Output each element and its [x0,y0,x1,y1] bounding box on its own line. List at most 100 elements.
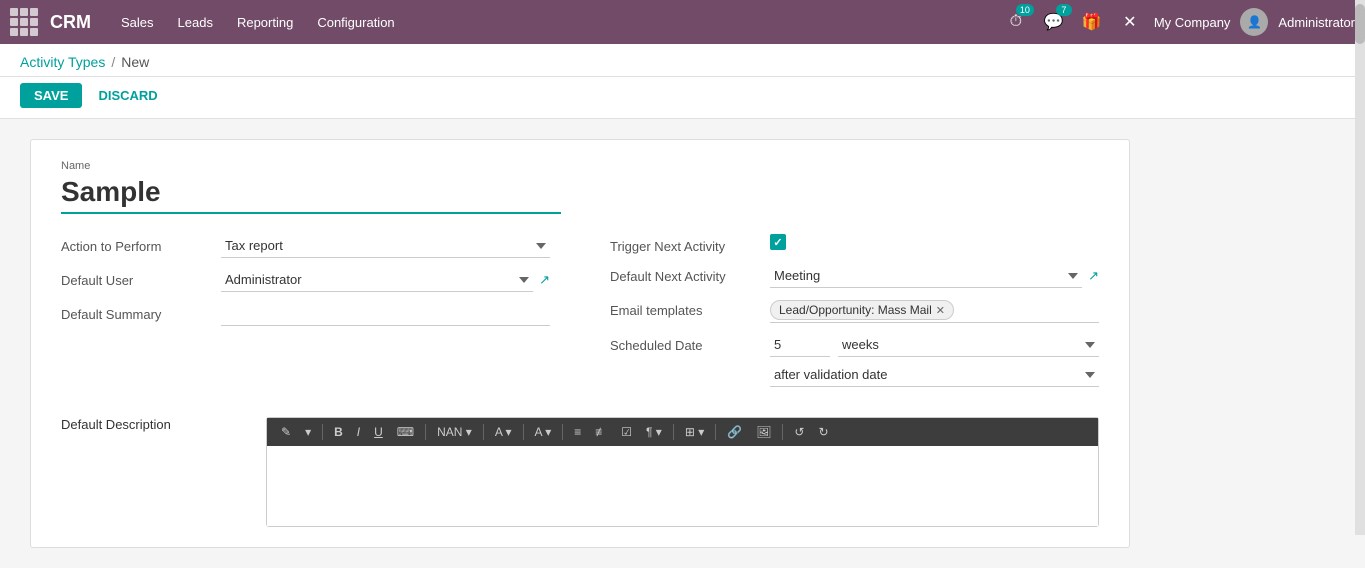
top-menu: Sales Leads Reporting Configuration [111,11,996,34]
menu-sales[interactable]: Sales [111,11,164,34]
menu-configuration[interactable]: Configuration [307,11,404,34]
default-user-field: Administrator ↗ [221,268,550,292]
trigger-field [770,234,1099,250]
default-summary-field [221,302,550,326]
email-templates-input[interactable]: Lead/Opportunity: Mass Mail ✕ [770,298,1099,323]
trigger-checkbox[interactable] [770,234,786,250]
tb-check[interactable]: ☑ [615,422,638,442]
breadcrumb-separator: / [111,54,115,70]
scheduled-date-label: Scheduled Date [610,333,770,353]
menu-reporting[interactable]: Reporting [227,11,303,34]
tb-table[interactable]: ⊞ ▾ [679,422,710,442]
breadcrumb-current: New [121,54,149,70]
name-value: Sample [61,176,561,214]
tb-sep-4 [523,424,524,440]
tb-image[interactable]: 🖼 [750,422,777,442]
tb-sep-1 [322,424,323,440]
clock-badge: 10 [1016,4,1034,16]
default-next-select[interactable]: Meeting [770,264,1082,288]
username-label[interactable]: Administrator [1278,15,1355,30]
email-template-tag: Lead/Opportunity: Mass Mail ✕ [770,300,954,320]
default-user-select[interactable]: Administrator [221,268,533,292]
tb-redo[interactable]: ↻ [812,422,834,442]
email-template-tag-label: Lead/Opportunity: Mass Mail [779,303,932,317]
tb-sep-6 [673,424,674,440]
scheduled-date-row: Scheduled Date weeks after validation da… [610,333,1099,387]
tb-sep-8 [782,424,783,440]
trigger-label: Trigger Next Activity [610,234,770,254]
tb-sep-2 [425,424,426,440]
desc-editor-col: ✎ ▾ B I U ⌨ NAN ▾ A ▾ A ▾ ≡ [266,417,1099,527]
save-button[interactable]: SAVE [20,83,82,108]
discard-button[interactable]: DISCARD [90,83,165,108]
main-content: Name Sample Action to Perform Tax report [0,119,1365,568]
app-logo: CRM [50,12,91,33]
sched-row: weeks [770,333,1099,357]
fields-section: Action to Perform Tax report Default Use… [61,234,1099,397]
email-templates-label: Email templates [610,298,770,318]
topnav-right: ⏱ 10 💬 7 🎁 ✕ My Company 👤 Administrator [1002,8,1355,36]
tb-undo[interactable]: ↺ [788,422,810,442]
right-fields: Trigger Next Activity Default Next Activ… [610,234,1099,397]
editor-toolbar: ✎ ▾ B I U ⌨ NAN ▾ A ▾ A ▾ ≡ [267,418,1098,446]
chat-badge: 7 [1056,4,1072,16]
tb-para[interactable]: ¶ ▾ [640,422,668,442]
tb-font-size[interactable]: A ▾ [489,422,518,442]
tb-color[interactable]: A ▾ [529,422,558,442]
trigger-row: Trigger Next Activity [610,234,1099,254]
email-templates-field: Lead/Opportunity: Mass Mail ✕ [770,298,1099,323]
action-field-row: Action to Perform Tax report [61,234,550,258]
default-user-row: Default User Administrator ↗ [61,268,550,292]
default-next-row: Default Next Activity Meeting ↗ [610,264,1099,288]
clock-icon-btn[interactable]: ⏱ 10 [1002,8,1030,36]
chat-icon-btn[interactable]: 💬 7 [1040,8,1068,36]
default-next-field: Meeting ↗ [770,264,1099,288]
tb-underline[interactable]: U [368,422,389,442]
apps-icon[interactable] [10,8,38,36]
action-label: Action to Perform [61,234,221,254]
avatar[interactable]: 👤 [1240,8,1268,36]
breadcrumb-parent[interactable]: Activity Types [20,54,105,70]
scheduled-when-select[interactable]: after validation date [770,363,1099,387]
default-summary-label: Default Summary [61,302,221,322]
scrollbar-thumb [1355,4,1365,44]
default-next-ext-icon[interactable]: ↗ [1088,268,1099,284]
email-templates-row: Email templates Lead/Opportunity: Mass M… [610,298,1099,323]
editor-body[interactable] [267,446,1098,526]
tb-pencil-arrow[interactable]: ▾ [299,422,317,442]
scheduled-date-field: weeks after validation date [770,333,1099,387]
tb-ol[interactable]: ≢ [589,422,613,442]
desc-section: Default Description ✎ ▾ B I U ⌨ NAN ▾ [61,417,1099,527]
company-label[interactable]: My Company [1154,15,1231,30]
tb-ul[interactable]: ≡ [568,422,587,442]
editor-wrap: ✎ ▾ B I U ⌨ NAN ▾ A ▾ A ▾ ≡ [266,417,1099,527]
scrollbar[interactable] [1355,0,1365,535]
tb-pencil[interactable]: ✎ [275,422,297,442]
default-user-label: Default User [61,268,221,288]
action-select[interactable]: Tax report [221,234,550,258]
action-field: Tax report [221,234,550,258]
gift-icon-btn[interactable]: 🎁 [1078,8,1106,36]
scheduled-unit-select[interactable]: weeks [838,333,1099,357]
tb-font[interactable]: NAN ▾ [431,422,478,442]
default-desc-label: Default Description [61,417,171,432]
name-label: Name [61,160,1099,172]
form-card: Name Sample Action to Perform Tax report [30,139,1130,548]
tb-eraser[interactable]: ⌨ [391,422,420,442]
tb-bold[interactable]: B [328,422,349,442]
default-user-ext-icon[interactable]: ↗ [539,272,550,288]
desc-label-col: Default Description [61,417,206,527]
breadcrumb: Activity Types / New [0,44,1365,77]
tb-italic[interactable]: I [351,422,366,442]
tb-sep-5 [562,424,563,440]
menu-leads[interactable]: Leads [168,11,223,34]
action-bar: SAVE DISCARD [0,77,1365,119]
email-template-tag-remove[interactable]: ✕ [936,304,945,317]
scheduled-num-input[interactable] [770,333,830,357]
default-next-label: Default Next Activity [610,264,770,284]
tool-icon-btn[interactable]: ✕ [1116,8,1144,36]
tb-link[interactable]: 🔗 [721,422,748,442]
tb-sep-7 [715,424,716,440]
tb-sep-3 [483,424,484,440]
default-summary-input[interactable] [221,302,550,326]
